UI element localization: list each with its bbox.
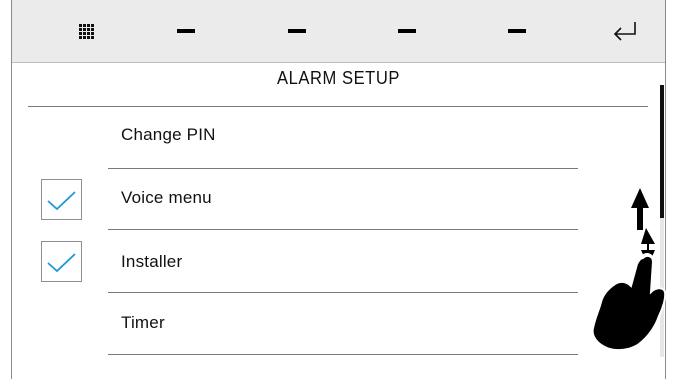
top-toolbar bbox=[12, 0, 665, 63]
installer-checkbox[interactable] bbox=[41, 241, 82, 282]
toolbar-slot-2[interactable] bbox=[267, 0, 327, 62]
menu-item-change-pin[interactable]: Change PIN bbox=[121, 125, 216, 145]
voice-menu-checkbox[interactable] bbox=[41, 179, 82, 220]
divider bbox=[108, 168, 578, 169]
dash-icon bbox=[177, 29, 195, 33]
alarm-setup-screen: ALARM SETUP Change PIN Voice menu Instal… bbox=[11, 0, 667, 379]
menu-item-installer[interactable]: Installer bbox=[121, 252, 182, 272]
swipe-up-down-gesture-icon bbox=[591, 188, 667, 352]
toolbar-slot-3[interactable] bbox=[377, 0, 437, 62]
toolbar-slot-4[interactable] bbox=[487, 0, 547, 62]
divider bbox=[28, 106, 648, 107]
back-button[interactable] bbox=[595, 0, 655, 62]
menu-item-voice-menu[interactable]: Voice menu bbox=[121, 188, 212, 208]
divider bbox=[108, 229, 578, 230]
grid-menu-icon bbox=[78, 23, 94, 39]
checkmark-icon bbox=[47, 191, 76, 211]
page-title: ALARM SETUP bbox=[277, 68, 400, 88]
toolbar-slot-1[interactable] bbox=[156, 0, 216, 62]
divider bbox=[108, 354, 578, 355]
grid-menu-button[interactable] bbox=[56, 0, 116, 62]
divider bbox=[108, 292, 578, 293]
menu-item-timer[interactable]: Timer bbox=[121, 313, 165, 333]
checkmark-icon bbox=[47, 253, 76, 273]
return-arrow-icon bbox=[613, 22, 636, 41]
dash-icon bbox=[398, 29, 416, 33]
dash-icon bbox=[508, 29, 526, 33]
dash-icon bbox=[288, 29, 306, 33]
